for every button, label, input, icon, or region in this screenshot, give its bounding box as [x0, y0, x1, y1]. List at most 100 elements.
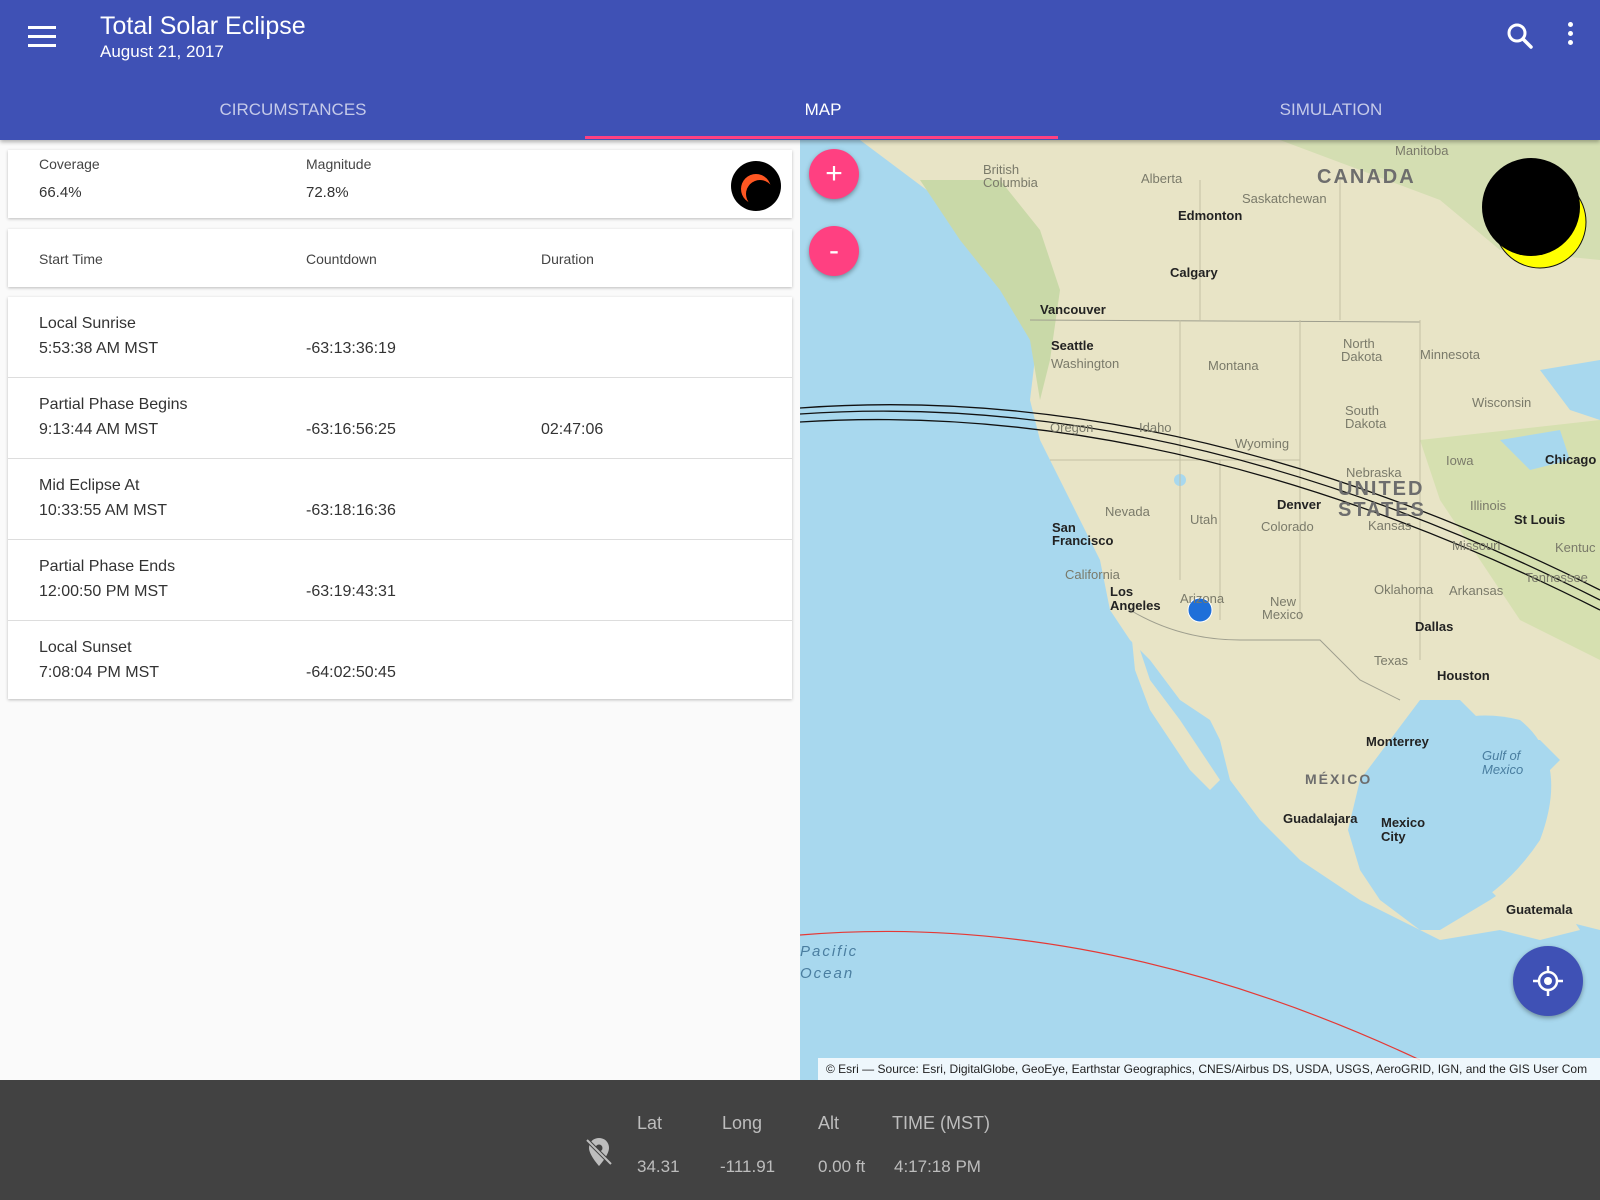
city-label: Denver — [1277, 497, 1322, 512]
table-row: Local Sunrise 5:53:38 AM MST -63:13:36:1… — [8, 297, 792, 378]
tab-simulation[interactable]: SIMULATION — [1168, 88, 1494, 132]
search-icon[interactable] — [1506, 22, 1534, 50]
circumstances-panel: Coverage 66.4% Magnitude 72.8% Start Tim… — [0, 140, 800, 1080]
map-label: Saskatchewan — [1242, 191, 1327, 206]
event-time: 5:53:38 AM MST — [39, 340, 159, 357]
zoom-in-button[interactable]: + — [809, 149, 859, 199]
coverage-label: Coverage — [39, 156, 100, 172]
lat-label: Lat — [637, 1113, 663, 1133]
header-start-time: Start Time — [39, 251, 103, 267]
map-basemap — [800, 140, 1600, 1061]
city-label: Calgary — [1170, 265, 1218, 280]
city-label: Vancouver — [1040, 302, 1106, 317]
event-countdown: -64:02:50:45 — [306, 664, 396, 681]
map-label: Columbia — [983, 175, 1038, 190]
city-label: Seattle — [1051, 338, 1094, 353]
event-time: 7:08:04 PM MST — [39, 664, 160, 681]
alt-label: Alt — [818, 1113, 840, 1133]
alt-value: 0.00 ft — [818, 1157, 866, 1176]
city-label: Edmonton — [1178, 208, 1243, 223]
event-name: Partial Phase Begins — [39, 396, 188, 413]
eclipse-phase-icon — [731, 161, 781, 211]
map-label: Alberta — [1141, 171, 1183, 186]
eclipse-simulation-icon — [1480, 150, 1590, 275]
event-countdown: -63:19:43:31 — [306, 583, 396, 600]
coverage-value: 66.4% — [39, 184, 82, 201]
event-time: 12:00:50 PM MST — [39, 583, 168, 600]
tab-map[interactable]: MAP — [660, 88, 986, 132]
zoom-out-button[interactable]: - — [809, 226, 859, 276]
coverage-card: Coverage 66.4% Magnitude 72.8% — [8, 150, 792, 218]
ocean-label: Ocean — [800, 965, 855, 982]
header-countdown: Countdown — [306, 251, 377, 267]
location-off-icon[interactable] — [584, 1136, 614, 1168]
map-label: Manitoba — [1395, 143, 1449, 158]
map-label: Oregon — [1050, 420, 1094, 435]
map-label: Oklahoma — [1374, 582, 1434, 597]
app-title: Total Solar Eclipse — [100, 12, 306, 40]
event-duration: 02:47:06 — [541, 421, 604, 438]
map-label: Iowa — [1446, 453, 1474, 468]
magnitude-value: 72.8% — [306, 184, 349, 201]
map-label: Utah — [1190, 512, 1218, 527]
city-label: City — [1381, 829, 1406, 844]
table-row: Mid Eclipse At 10:33:55 AM MST -63:18:16… — [8, 459, 792, 540]
city-label: Monterrey — [1366, 734, 1429, 749]
city-label: Francisco — [1052, 533, 1114, 548]
country-label: CANADA — [1317, 166, 1416, 188]
event-name: Local Sunset — [39, 639, 132, 656]
ocean-label: Pacific — [800, 943, 859, 960]
eclipse-map[interactable]: British Columbia Alberta Saskatchewan Ma… — [800, 140, 1600, 1080]
city-label: St Louis — [1514, 512, 1566, 527]
table-header-card: Start Time Countdown Duration — [8, 229, 792, 287]
table-row: Partial Phase Ends 12:00:50 PM MST -63:1… — [8, 540, 792, 621]
map-label: Montana — [1208, 358, 1259, 373]
menu-icon[interactable] — [28, 26, 56, 48]
location-status-bar: Lat 34.31 Long -111.91 Alt 0.00 ft TIME … — [0, 1080, 1600, 1200]
city-label: Angeles — [1110, 598, 1161, 613]
city-label: Guatemala — [1506, 902, 1573, 917]
city-label: Chicago — [1545, 452, 1597, 467]
country-label: MÉXICO — [1305, 771, 1373, 787]
map-label: Minnesota — [1420, 347, 1480, 362]
event-countdown: -63:18:16:36 — [306, 502, 396, 519]
map-label: Washington — [1051, 356, 1120, 371]
event-time: 10:33:55 AM MST — [39, 502, 168, 519]
event-countdown: -63:13:36:19 — [306, 340, 396, 357]
map-label: Idaho — [1139, 420, 1172, 435]
map-label: Colorado — [1261, 519, 1314, 534]
city-label: Houston — [1437, 668, 1490, 683]
map-label: Dakota — [1345, 416, 1387, 431]
city-label: Los — [1110, 584, 1134, 599]
country-label: UNITED — [1338, 478, 1425, 500]
map-label: California — [1065, 567, 1120, 582]
tab-circumstances[interactable]: CIRCUMSTANCES — [130, 88, 456, 132]
lat-value: 34.31 — [637, 1157, 680, 1176]
tab-indicator — [585, 136, 1058, 139]
map-label: Arkansas — [1449, 583, 1504, 598]
event-name: Partial Phase Ends — [39, 558, 176, 575]
table-row: Partial Phase Begins 9:13:44 AM MST -63:… — [8, 378, 792, 459]
map-label: Missouri — [1452, 538, 1501, 553]
map-label: Kansas — [1368, 518, 1412, 533]
time-label: TIME (MST) — [892, 1113, 990, 1133]
table-row: Local Sunset 7:08:04 PM MST -64:02:50:45 — [8, 621, 792, 701]
map-label: Illinois — [1470, 498, 1507, 513]
city-label: Mexico — [1381, 815, 1426, 830]
city-label: Guadalajara — [1283, 811, 1358, 826]
ocean-label: Mexico — [1482, 762, 1524, 777]
my-location-button[interactable] — [1513, 946, 1583, 1016]
event-name: Mid Eclipse At — [39, 477, 140, 494]
map-label: Wisconsin — [1472, 395, 1532, 410]
map-label: Texas — [1374, 653, 1408, 668]
map-label: Nevada — [1105, 504, 1150, 519]
ocean-label: Gulf of — [1482, 748, 1521, 763]
city-label: Dallas — [1415, 619, 1454, 634]
map-label: Kentuc — [1555, 540, 1596, 555]
event-time: 9:13:44 AM MST — [39, 421, 159, 438]
map-label: Dakota — [1341, 349, 1383, 364]
header-duration: Duration — [541, 251, 594, 267]
time-value: 4:17:18 PM — [894, 1157, 981, 1176]
map-label: Wyoming — [1235, 436, 1290, 451]
more-vert-icon[interactable] — [1560, 22, 1580, 52]
